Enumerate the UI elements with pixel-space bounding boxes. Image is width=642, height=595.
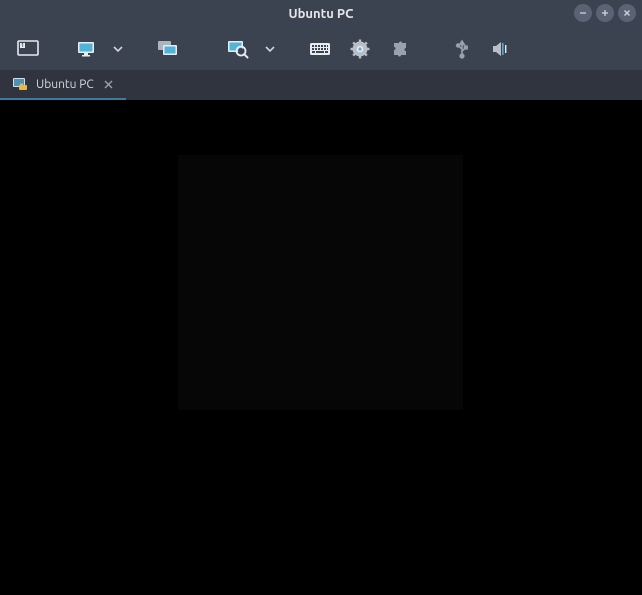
- window-title: Ubuntu PC: [0, 7, 642, 21]
- chevron-down-icon: [113, 44, 123, 54]
- app-window: Ubuntu PC 1: [0, 0, 642, 595]
- multi-monitor-button[interactable]: [148, 28, 188, 70]
- usb-button[interactable]: [442, 28, 482, 70]
- monitor-dropdown[interactable]: [106, 28, 130, 70]
- plugins-button[interactable]: [380, 28, 420, 70]
- maximize-button[interactable]: [596, 4, 614, 22]
- connections-icon: 1: [17, 40, 39, 58]
- remote-display-area[interactable]: [0, 100, 642, 595]
- usb-icon: [455, 39, 469, 59]
- titlebar: Ubuntu PC: [0, 0, 642, 28]
- puzzle-icon: [391, 40, 409, 58]
- remote-desktop-icon: [12, 77, 28, 91]
- close-icon: [104, 80, 113, 89]
- maximize-icon: [600, 8, 610, 18]
- minimize-button[interactable]: [574, 4, 592, 22]
- tab-close-button[interactable]: [102, 77, 116, 91]
- monitor-button[interactable]: [66, 28, 106, 70]
- tab-label: Ubuntu PC: [36, 78, 94, 91]
- connections-button[interactable]: 1: [8, 28, 48, 70]
- minimize-icon: [578, 8, 588, 18]
- sound-button[interactable]: [482, 28, 522, 70]
- svg-text:1: 1: [21, 42, 24, 48]
- multi-monitor-icon: [157, 40, 179, 58]
- remote-screen-region: [178, 155, 463, 410]
- keyboard-icon: [309, 42, 331, 56]
- chevron-down-icon: [265, 44, 275, 54]
- close-icon: [622, 8, 632, 18]
- tabbar: Ubuntu PC: [0, 70, 642, 100]
- keyboard-button[interactable]: [300, 28, 340, 70]
- window-controls: [574, 4, 636, 22]
- speaker-icon: [491, 40, 513, 58]
- monitor-icon: [76, 40, 96, 58]
- tab-ubuntu-pc[interactable]: Ubuntu PC: [0, 70, 126, 100]
- zoom-button[interactable]: [218, 28, 258, 70]
- settings-button[interactable]: [340, 28, 380, 70]
- toolbar: 1: [0, 28, 642, 70]
- zoom-icon: [227, 39, 249, 59]
- gear-icon: [350, 39, 370, 59]
- close-button[interactable]: [618, 4, 636, 22]
- zoom-dropdown[interactable]: [258, 28, 282, 70]
